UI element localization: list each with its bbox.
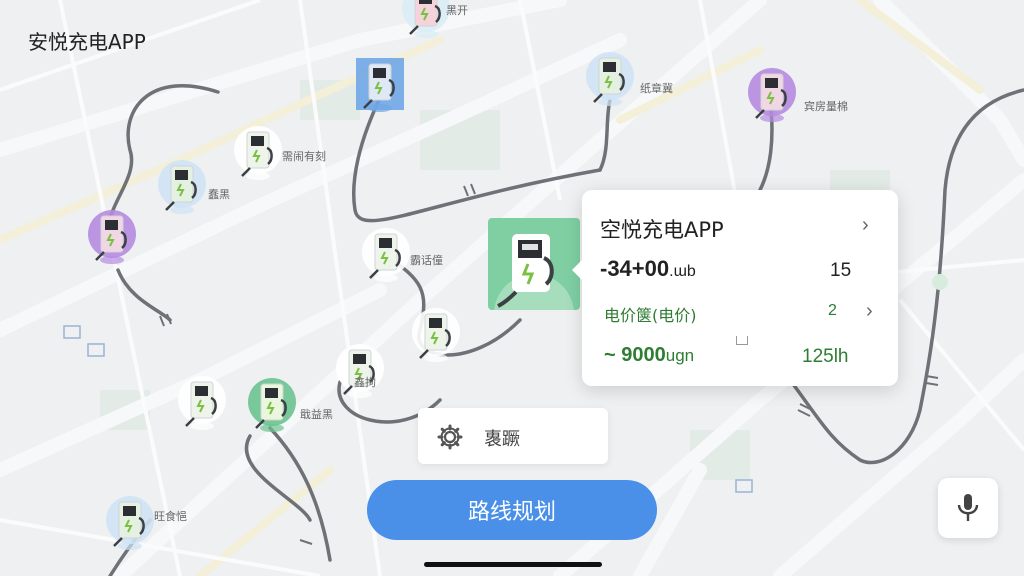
station-label: 纸章冀 — [640, 82, 673, 95]
station-label: 蠢黑 — [208, 188, 230, 201]
station-label: 需闹有刻 — [282, 150, 326, 163]
charging-station-marker[interactable] — [584, 50, 636, 110]
station-label: 旺食悒 — [154, 510, 187, 523]
range-value: ~ 9000ugn — [604, 344, 695, 366]
charger-icon — [412, 308, 460, 362]
power-value: 125lh — [802, 346, 849, 367]
home-indicator — [424, 562, 602, 567]
charging-station-marker[interactable] — [176, 374, 228, 434]
charger-icon — [362, 228, 410, 282]
filter-label: 褢蹶 — [484, 429, 520, 450]
charger-icon — [88, 210, 136, 264]
charging-station-marker[interactable] — [354, 56, 406, 116]
charging-station-marker[interactable] — [156, 158, 208, 218]
chevron-right-icon[interactable]: › — [862, 214, 869, 237]
station-info-card[interactable]: 空悦充电APP › -34+00.ɯb 15 电价箧(电价) 2 › ~ 900… — [572, 190, 898, 386]
app-title: 安悦充电APP — [28, 30, 146, 54]
microphone-icon — [957, 494, 979, 521]
charging-station-marker[interactable] — [746, 66, 798, 126]
charger-icon — [234, 126, 282, 180]
charger-icon — [336, 344, 384, 398]
charger-icon — [494, 234, 574, 354]
station-label: 黑开 — [446, 4, 468, 17]
charging-station-marker[interactable] — [246, 376, 298, 436]
charging-station-marker[interactable] — [360, 226, 412, 286]
station-label: 霸话僮 — [410, 254, 443, 267]
voice-button[interactable] — [938, 478, 998, 538]
divider-mark — [736, 336, 748, 345]
gear-icon — [437, 424, 463, 450]
charging-station-marker[interactable] — [86, 208, 138, 268]
route-planning-button[interactable]: 路线规划 — [367, 480, 657, 540]
charging-station-marker[interactable] — [410, 306, 462, 366]
route-planning-label: 路线规划 — [467, 500, 556, 525]
card-count: 15 — [830, 260, 852, 281]
charger-icon — [248, 378, 296, 432]
charging-station-marker[interactable] — [232, 124, 284, 184]
price-value: 2 — [828, 302, 837, 319]
charger-icon — [356, 58, 404, 112]
selected-station-marker[interactable] — [488, 218, 580, 354]
charging-station-marker[interactable] — [104, 494, 156, 554]
charger-icon — [586, 52, 634, 106]
card-title: 空悦充电APP — [600, 218, 724, 242]
charging-station-marker[interactable] — [400, 0, 452, 42]
charger-icon — [178, 376, 226, 430]
charger-icon — [106, 496, 154, 550]
price-chevron-icon[interactable]: › — [866, 300, 873, 323]
charger-icon — [402, 0, 450, 38]
charger-icon — [748, 68, 796, 122]
price-label: 电价箧(电价) — [604, 306, 697, 325]
station-label: 鑫拘 — [354, 376, 376, 389]
charging-station-marker[interactable] — [334, 342, 386, 402]
filter-button[interactable]: 褢蹶 — [418, 408, 608, 464]
charger-icon — [158, 160, 206, 214]
card-main-value: -34+00.ɯb — [600, 256, 696, 281]
station-label: 戢益黑 — [300, 408, 333, 421]
station-label: 宾房量棉 — [804, 100, 848, 113]
